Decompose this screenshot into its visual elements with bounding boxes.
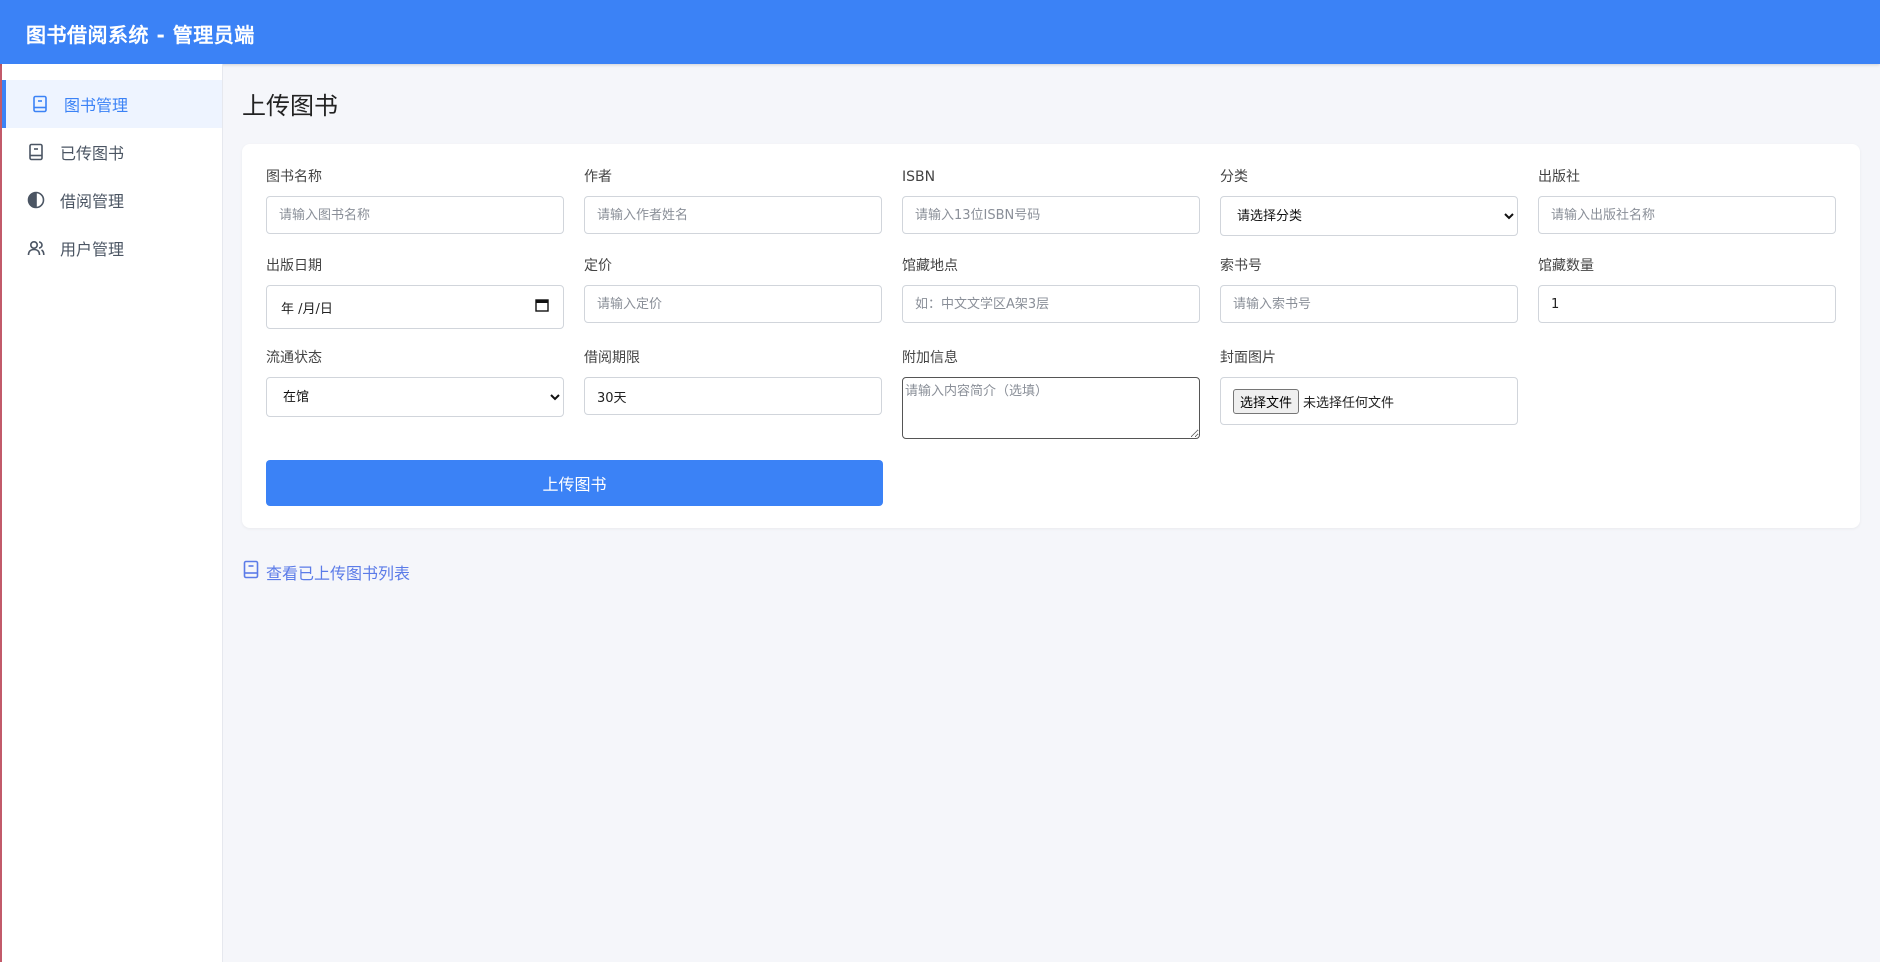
publisher-field: 出版社 xyxy=(1538,168,1836,234)
book-icon xyxy=(26,142,46,162)
location-input[interactable] xyxy=(902,285,1200,323)
sidebar-item-label: 已传图书 xyxy=(60,144,125,163)
book-name-field: 图书名称 xyxy=(266,168,564,234)
call-number-input[interactable] xyxy=(1220,285,1518,323)
quantity-field: 馆藏数量 xyxy=(1538,257,1836,323)
view-uploaded-list-link[interactable]: 查看已上传图书列表 xyxy=(242,560,410,584)
extra-info-textarea[interactable] xyxy=(902,377,1200,439)
quantity-input[interactable] xyxy=(1538,285,1836,323)
list-link-label: 查看已上传图书列表 xyxy=(266,564,411,583)
sidebar-item-label: 借阅管理 xyxy=(60,192,125,211)
publisher-input[interactable] xyxy=(1538,196,1836,234)
isbn-input[interactable] xyxy=(902,196,1200,234)
top-header: 图书借阅系统 - 管理员端 xyxy=(0,0,1880,64)
quantity-label: 馆藏数量 xyxy=(1538,258,1594,274)
upload-book-button[interactable]: 上传图书 xyxy=(266,460,883,506)
main-content: 上传图书 图书名称 作者 ISBN 分类 请选择分类 出版社 出版日期 xyxy=(222,64,1880,962)
upload-form-card: 图书名称 作者 ISBN 分类 请选择分类 出版社 出版日期 年 /月/日 xyxy=(242,144,1860,528)
book-name-label: 图书名称 xyxy=(266,169,322,185)
status-select[interactable]: 在馆 xyxy=(266,377,564,417)
sidebar-item-book-management[interactable]: 图书管理 xyxy=(2,80,222,128)
loan-period-label: 借阅期限 xyxy=(584,350,640,366)
price-field: 定价 xyxy=(584,257,882,323)
publisher-label: 出版社 xyxy=(1538,169,1580,185)
category-label: 分类 xyxy=(1220,169,1248,185)
sidebar: 图书管理 已传图书 借阅管理 用户管理 xyxy=(2,64,223,962)
users-icon xyxy=(26,238,46,258)
loan-period-field: 借阅期限 xyxy=(584,349,882,415)
cover-label: 封面图片 xyxy=(1220,350,1276,366)
author-input[interactable] xyxy=(584,196,882,234)
category-field: 分类 请选择分类 xyxy=(1220,168,1518,236)
book-name-input[interactable] xyxy=(266,196,564,234)
sidebar-item-uploaded-books[interactable]: 已传图书 xyxy=(2,128,222,176)
cover-field: 封面图片 选择文件 未选择任何文件 xyxy=(1220,349,1518,425)
location-label: 馆藏地点 xyxy=(902,258,958,274)
isbn-field: ISBN xyxy=(902,168,1200,234)
extra-info-label: 附加信息 xyxy=(902,350,958,366)
status-field: 流通状态 在馆 xyxy=(266,349,564,417)
book-icon xyxy=(242,560,266,584)
cover-file-input[interactable]: 选择文件 未选择任何文件 xyxy=(1220,377,1518,425)
call-number-field: 索书号 xyxy=(1220,257,1518,323)
sidebar-item-label: 用户管理 xyxy=(60,240,125,259)
publish-date-field: 出版日期 年 /月/日 xyxy=(266,257,564,329)
category-select[interactable]: 请选择分类 xyxy=(1220,196,1518,236)
price-input[interactable] xyxy=(584,285,882,323)
author-label: 作者 xyxy=(584,169,612,185)
sidebar-item-borrow-management[interactable]: 借阅管理 xyxy=(2,176,222,224)
book-icon xyxy=(30,94,50,114)
sidebar-item-label: 图书管理 xyxy=(64,96,129,115)
sidebar-item-user-management[interactable]: 用户管理 xyxy=(2,224,222,272)
choose-file-button[interactable]: 选择文件 xyxy=(1233,388,1300,414)
status-label: 流通状态 xyxy=(266,350,322,366)
calendar-icon[interactable] xyxy=(535,298,549,316)
loan-period-input[interactable] xyxy=(584,377,882,415)
isbn-label: ISBN xyxy=(902,169,936,185)
extra-info-field: 附加信息 xyxy=(902,349,1200,443)
price-label: 定价 xyxy=(584,258,612,274)
file-status-text: 未选择任何文件 xyxy=(1303,395,1395,411)
publish-date-value: 年 /月/日 xyxy=(281,301,333,317)
page-title: 上传图书 xyxy=(242,92,338,120)
call-number-label: 索书号 xyxy=(1220,258,1262,274)
author-field: 作者 xyxy=(584,168,882,234)
half-circle-icon xyxy=(26,190,46,210)
location-field: 馆藏地点 xyxy=(902,257,1200,323)
publish-date-input[interactable]: 年 /月/日 xyxy=(266,285,564,329)
publish-date-label: 出版日期 xyxy=(266,258,322,274)
app-title: 图书借阅系统 - 管理员端 xyxy=(26,23,255,47)
